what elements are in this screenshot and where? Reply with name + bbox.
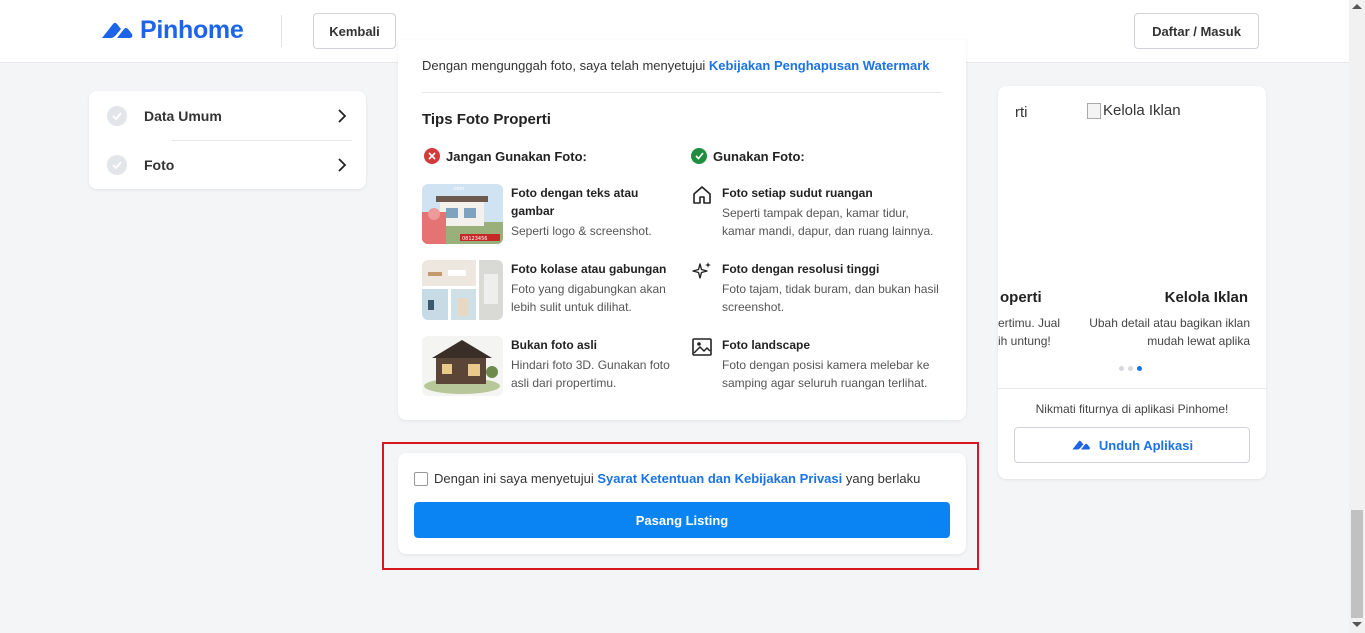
dont-heading: Jangan Gunakan Foto:: [424, 148, 587, 164]
collage-thumbnail: [422, 260, 503, 320]
dont-tip-not-real: Bukan foto asli Hindari foto 3D. Gunakan…: [422, 336, 672, 396]
logo-text: Pinhome: [140, 16, 244, 44]
terms-privacy-link[interactable]: Syarat Ketentuan dan Kebijakan Privasi: [597, 471, 842, 486]
scroll-down-arrow-icon[interactable]: [1352, 622, 1362, 627]
chevron-right-icon: [338, 157, 347, 172]
3d-house-thumbnail: [422, 336, 503, 396]
slide-desc: Ubah detail atau bagikan iklan mudah lew…: [1089, 316, 1250, 348]
photo-tips-card: Dengan mengunggah foto, saya telah menye…: [398, 40, 966, 420]
scroll-up-arrow-icon[interactable]: [1352, 4, 1362, 9]
check-circle-icon: [107, 154, 127, 175]
terms-checkbox[interactable]: [414, 472, 428, 486]
carousel-dot-active[interactable]: [1137, 366, 1142, 371]
back-button[interactable]: Kembali: [313, 13, 396, 49]
submit-listing-card: Dengan ini saya menyetujui Syarat Ketent…: [398, 453, 966, 554]
previous-slide-desc-line: ih untung!: [998, 334, 1051, 348]
pinhome-logo-icon: [102, 22, 133, 38]
app-promo-text: Nikmati fiturnya di aplikasi Pinhome!: [1035, 402, 1229, 416]
watermark-policy-text: Dengan mengunggah foto, saya telah menye…: [422, 58, 930, 73]
previous-slide-title: operti: [1000, 289, 1042, 306]
pasang-listing-button[interactable]: Pasang Listing: [414, 502, 950, 538]
carousel-dots: [1119, 366, 1142, 371]
scrollbar-thumb[interactable]: [1351, 510, 1363, 618]
terms-suffix: yang berlaku: [842, 471, 921, 486]
watermark-policy-link[interactable]: Kebijakan Penghapusan Watermark: [709, 58, 930, 73]
terms-prefix: Dengan ini saya menyetujui: [434, 471, 598, 486]
download-app-label: Unduh Aplikasi: [1098, 437, 1194, 453]
promo-divider: [998, 388, 1266, 389]
header-divider: [281, 15, 282, 47]
do-tip-high-resolution: Foto dengan resolusi tinggi Foto tajam, …: [691, 260, 941, 316]
do-heading: Gunakan Foto:: [691, 148, 805, 164]
register-login-button[interactable]: Daftar / Masuk: [1134, 13, 1259, 49]
tip-title: Foto dengan teks atau gambar: [511, 186, 639, 218]
dont-tip-collage: Foto kolase atau gabungan Foto yang diga…: [422, 260, 672, 320]
sidebar-item-foto[interactable]: Foto: [107, 140, 347, 189]
pinhome-logo[interactable]: Pinhome: [100, 16, 244, 45]
tip-title: Foto kolase atau gabungan: [511, 262, 667, 276]
broken-image-icon: [1087, 102, 1101, 119]
watermark-policy-prefix: Dengan mengunggah foto, saya telah menye…: [422, 58, 709, 73]
tip-desc: Seperti logo & screenshot.: [511, 224, 652, 238]
previous-slide-desc-line: ertimu. Jual: [998, 316, 1061, 330]
sidebar-item-label: Foto: [144, 156, 175, 173]
sidebar-item-label: Data Umum: [144, 107, 222, 124]
previous-slide-desc: ertimu. Jual ih untung!: [998, 314, 1060, 350]
dont-heading-label: Jangan Gunakan Foto:: [446, 148, 587, 164]
tip-desc: Foto yang digabungkan akan lebih sulit u…: [511, 282, 666, 314]
download-app-button[interactable]: Unduh Aplikasi: [1014, 427, 1250, 463]
step-sidebar: Data Umum Foto: [89, 91, 366, 189]
slide-title: Kelola Iklan: [1164, 289, 1248, 306]
svg-text:08123456: 08123456: [462, 236, 487, 242]
do-heading-label: Gunakan Foto:: [713, 148, 805, 164]
do-tip-landscape: Foto landscape Foto dengan posisi kamera…: [691, 336, 941, 392]
terms-agreement-text: Dengan ini saya menyetujui Syarat Ketent…: [434, 471, 920, 486]
tip-title: Foto landscape: [722, 338, 811, 352]
tips-divider: [422, 92, 942, 93]
carousel-dot[interactable]: [1128, 366, 1133, 371]
carousel-dot[interactable]: [1119, 366, 1124, 371]
chevron-right-icon: [338, 108, 347, 123]
x-circle-icon: [424, 148, 440, 164]
tip-desc: Foto dengan posisi kamera melebar ke sam…: [722, 358, 930, 390]
tip-content: Bukan foto asli Hindari foto 3D. Gunakan…: [511, 336, 672, 396]
app-promo-card: rti Kelola Iklan operti ertimu. Jual ih …: [998, 86, 1266, 479]
image-alt-text: Kelola Iklan: [1103, 102, 1181, 119]
tip-desc: Foto tajam, tidak buram, dan bukan hasil…: [722, 282, 939, 314]
svg-text:.com: .com: [452, 186, 464, 192]
image-icon: [692, 338, 712, 356]
sidebar-item-data-umum[interactable]: Data Umum: [107, 91, 347, 140]
tip-content: Foto dengan teks atau gambar Seperti log…: [511, 184, 672, 244]
tip-title: Foto setiap sudut ruangan: [722, 186, 873, 200]
tip-content: Foto landscape Foto dengan posisi kamera…: [722, 336, 941, 392]
tip-title: Bukan foto asli: [511, 338, 598, 352]
tip-content: Foto dengan resolusi tinggi Foto tajam, …: [722, 260, 941, 316]
tip-desc: Hindari foto 3D. Gunakan foto asli dari …: [511, 358, 670, 390]
tip-desc: Seperti tampak depan, kamar tidur, kamar…: [722, 206, 934, 238]
home-icon: [693, 186, 711, 204]
tip-title: Foto dengan resolusi tinggi: [722, 262, 880, 276]
sparkle-icon: [692, 262, 711, 279]
promo-carousel[interactable]: rti Kelola Iklan operti ertimu. Jual ih …: [998, 86, 1266, 386]
previous-slide-partial-text: rti: [1015, 104, 1028, 121]
check-circle-icon: [107, 105, 127, 126]
tips-title: Tips Foto Properti: [422, 111, 551, 128]
pinhome-logo-icon: [1072, 440, 1090, 450]
tip-content: Foto kolase atau gabungan Foto yang diga…: [511, 260, 672, 320]
tip-content: Foto setiap sudut ruangan Seperti tampak…: [722, 184, 941, 240]
check-circle-icon: [691, 148, 707, 164]
house-with-text-thumbnail: 08123456 .com: [422, 184, 503, 244]
do-tip-every-corner: Foto setiap sudut ruangan Seperti tampak…: [691, 184, 941, 240]
kelola-iklan-image: Kelola Iklan: [1087, 102, 1181, 119]
dont-tip-text-overlay: 08123456 .com Foto dengan teks atau gamb…: [422, 184, 672, 244]
